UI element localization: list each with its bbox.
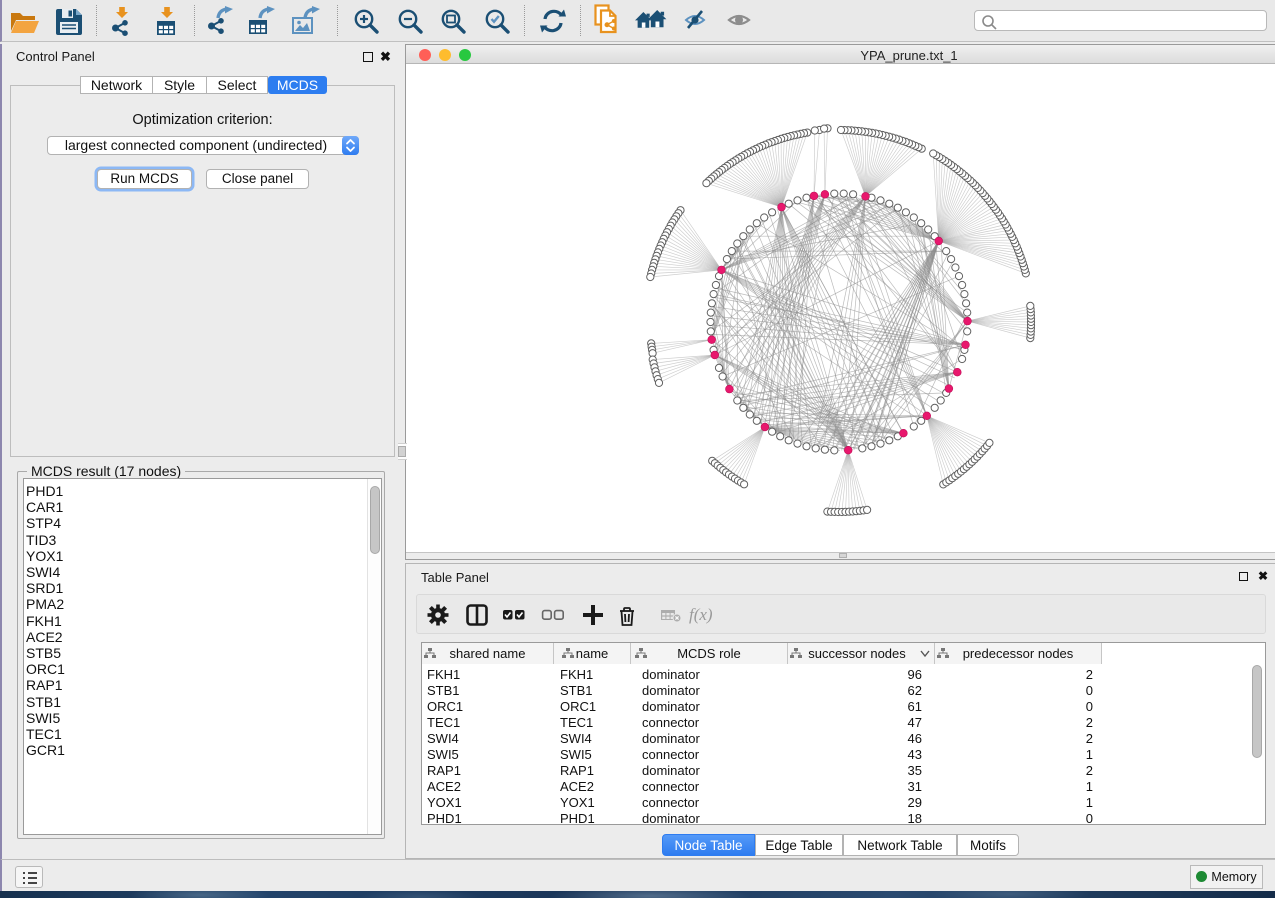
svg-text:f(x): f(x) <box>689 605 713 624</box>
